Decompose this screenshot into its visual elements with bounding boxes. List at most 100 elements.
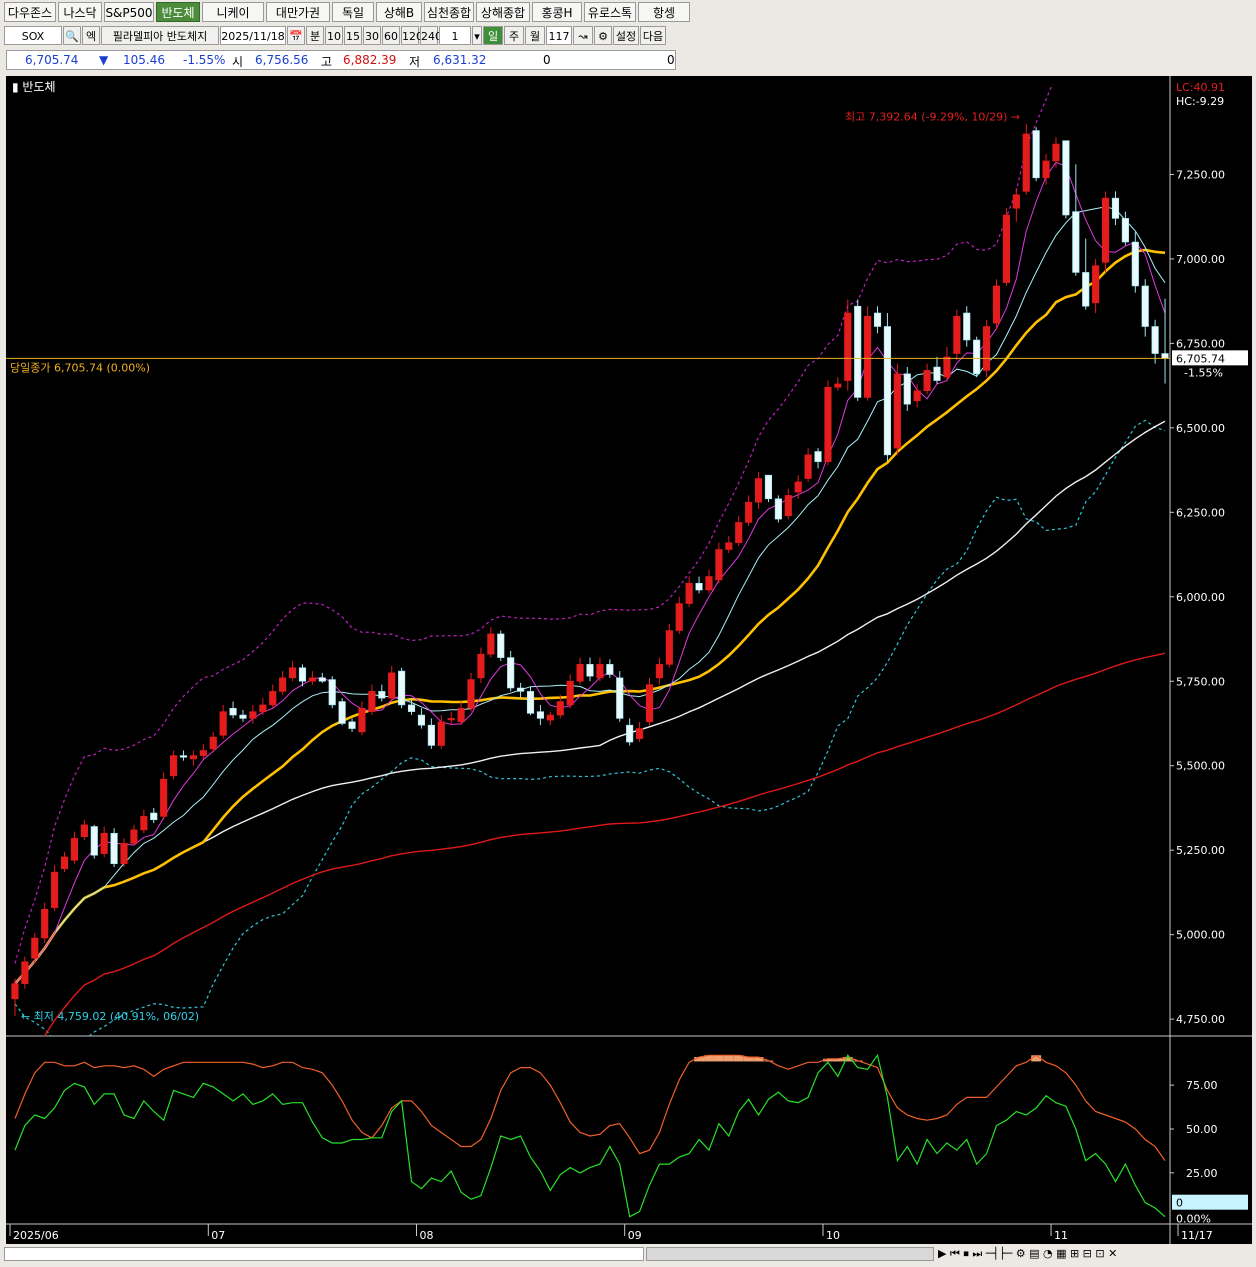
candle-body	[893, 373, 901, 449]
period-minute-button[interactable]: 분	[306, 26, 324, 45]
candle-body	[636, 728, 644, 739]
tab-4[interactable]: 니케이	[202, 2, 264, 22]
candle-body	[100, 832, 108, 854]
symbol-select[interactable]: SOX	[4, 26, 62, 45]
candle-body	[477, 653, 485, 679]
y-tick-label: 6,250.00	[1176, 506, 1225, 519]
candle-body	[645, 684, 654, 723]
scroll-bar[interactable]: ▶ ⏮ ⏹ ⏭ ─┤├─ ⚙ ▤ ◔ ▦ ⊞ ⊟ ⊡ ✕	[0, 1244, 1256, 1267]
period-day-button[interactable]: 일	[483, 26, 503, 45]
candle-body	[358, 707, 366, 733]
candle-body	[695, 582, 703, 591]
gear-icon[interactable]: ⚙	[594, 26, 612, 45]
candle-body	[457, 707, 465, 723]
last-price-text: 6,705.74	[1176, 352, 1225, 365]
indicator-pct-text: 0.00%	[1176, 1213, 1211, 1226]
minute-option-30[interactable]: 30	[363, 26, 381, 45]
next-button[interactable]: 다음	[640, 26, 666, 45]
candle-body	[1042, 160, 1050, 179]
candle-body	[814, 451, 822, 462]
candle-body	[754, 478, 763, 503]
close-reference-label: 당일종가 6,705.74 (0.00%)	[10, 360, 150, 374]
x-tick-label: 09	[628, 1229, 642, 1242]
indicator-tick-label: 50.00	[1186, 1123, 1218, 1136]
calendar-icon[interactable]: 📅	[287, 26, 305, 45]
candle-body	[1002, 214, 1010, 283]
tab-0[interactable]: 다우존스	[4, 2, 56, 22]
chart-area[interactable]: 4,750.00 5,000.00 5,250.00 5,500.00 5,750.00…	[6, 76, 1252, 1244]
candle-body	[41, 909, 49, 939]
period-month-button[interactable]: 월	[525, 26, 545, 45]
tab-7[interactable]: 상해B	[376, 2, 422, 22]
candle-body	[1111, 197, 1120, 219]
search-icon[interactable]: 🔍	[63, 26, 81, 45]
symbol-name[interactable]: 필라델피아 반도체지	[101, 26, 219, 45]
settings-button[interactable]: 설정	[613, 26, 639, 45]
date-input[interactable]: 2025/11/18	[220, 26, 286, 45]
candle-body	[80, 824, 88, 837]
quote-open: 6,756.56	[255, 53, 309, 67]
candle-body	[794, 481, 802, 493]
x-tick-label: 10	[826, 1229, 840, 1242]
tab-5[interactable]: 대만가권	[266, 2, 330, 22]
symbol-type-icon[interactable]: 엑	[82, 26, 100, 45]
candle-body	[864, 316, 872, 398]
candle-body	[209, 736, 217, 750]
scroll-track-left[interactable]	[4, 1247, 644, 1261]
candle-body	[923, 370, 931, 391]
candle-body	[447, 718, 455, 721]
candle-body	[824, 387, 832, 462]
candle-body	[417, 714, 426, 726]
price-chart-svg[interactable]: 4,750.00 5,000.00 5,250.00 5,500.00 5,750.00…	[6, 76, 1252, 1244]
minute-option-10[interactable]: 10	[325, 26, 343, 45]
tab-1[interactable]: 나스닥	[58, 2, 102, 22]
quote-low: 6,631.32	[433, 53, 487, 67]
chart-nav-controls[interactable]: ▶ ⏮ ⏹ ⏭ ─┤├─ ⚙ ▤ ◔ ▦ ⊞ ⊟ ⊡ ✕	[938, 1247, 1248, 1261]
low-label: 저	[409, 55, 421, 69]
count-input[interactable]: 1	[439, 26, 471, 45]
candle-body	[288, 667, 297, 679]
open-label: 시	[232, 55, 244, 69]
candle-body	[526, 691, 535, 714]
tab-6[interactable]: 독일	[332, 2, 374, 22]
period-week-button[interactable]: 주	[504, 26, 524, 45]
minute-option-120[interactable]: 120	[401, 26, 423, 45]
y-tick-label: 5,000.00	[1176, 929, 1225, 942]
tab-12[interactable]: 항셍	[638, 2, 690, 22]
chevron-down-icon[interactable]: ▾	[472, 26, 482, 45]
candle-body	[873, 312, 882, 327]
line-tool-icon[interactable]: ↝	[573, 26, 593, 45]
ma60-line	[14, 420, 1166, 985]
bollinger-lower-line	[14, 419, 1166, 1036]
scroll-thumb[interactable]	[646, 1247, 934, 1261]
tab-11[interactable]: 유로스톡	[584, 2, 636, 22]
tab-3[interactable]: 반도체	[156, 2, 200, 22]
x-tick-label: 08	[419, 1229, 433, 1242]
y-tick-label: 5,250.00	[1176, 844, 1225, 857]
candle-body	[834, 383, 842, 388]
candle-body	[328, 679, 336, 706]
quote-change: 105.46	[123, 53, 165, 67]
tab-9[interactable]: 상해종합	[476, 2, 530, 22]
candle-body	[536, 711, 544, 719]
bars-input[interactable]: 117	[546, 26, 572, 45]
candle-body	[229, 707, 237, 716]
candle-body	[517, 687, 525, 692]
tab-10[interactable]: 홍콩H	[532, 2, 582, 22]
minute-option-240[interactable]: 240	[420, 26, 442, 45]
candle-body	[983, 326, 991, 371]
candle-body	[179, 755, 188, 758]
bollinger-upper-line	[14, 84, 1054, 964]
tab-8[interactable]: 심천종합	[424, 2, 474, 22]
tab-2[interactable]: S&P500	[104, 2, 154, 22]
candle-body	[21, 961, 29, 984]
indicator-tick-label: 25.00	[1186, 1167, 1218, 1180]
minute-option-15[interactable]: 15	[344, 26, 362, 45]
y-tick-label: 4,750.00	[1176, 1013, 1225, 1026]
minute-option-60[interactable]: 60	[382, 26, 400, 45]
chart-title: ▮ 반도체	[12, 80, 56, 94]
quote-volume-1: 0	[543, 53, 551, 67]
candle-body	[1082, 272, 1090, 307]
x-tick-label: 07	[211, 1229, 225, 1242]
candle-body	[308, 677, 316, 682]
